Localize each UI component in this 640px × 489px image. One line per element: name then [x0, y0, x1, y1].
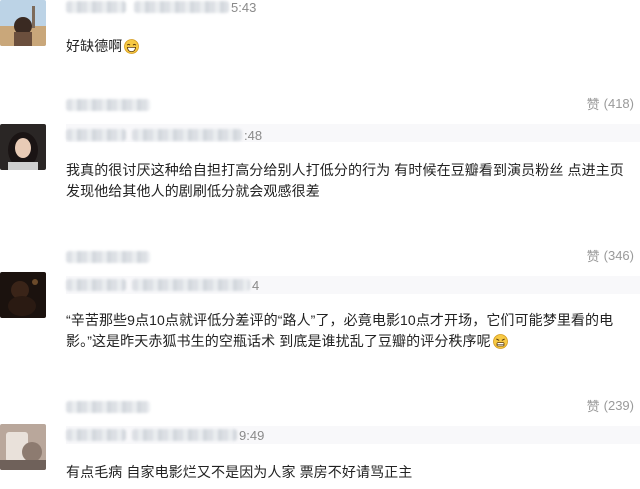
- blurred-source: [66, 99, 150, 111]
- angry-emoji-icon: [492, 334, 508, 349]
- avatar[interactable]: [0, 272, 46, 318]
- blurred-username: [66, 1, 126, 13]
- comment-text: 好缺德啊: [66, 36, 630, 57]
- like-label: 赞: [586, 399, 600, 414]
- comment-footer: 赞 (346): [66, 246, 640, 266]
- like-count: (239): [603, 398, 634, 413]
- like-count: (346): [603, 248, 634, 263]
- blurred-timestamp: [132, 129, 242, 141]
- like-label: 赞: [586, 249, 600, 264]
- comment-footer: 赞 (418): [66, 94, 640, 114]
- comment-text: “辛苦那些9点10点就评低分差评的“路人”了，必竟电影10点才开场，它们可能梦里…: [66, 310, 630, 352]
- timestamp-tail: 9:49: [239, 427, 265, 443]
- blurred-username: [66, 429, 126, 441]
- comment-meta: :48: [66, 127, 263, 143]
- avatar[interactable]: [0, 124, 46, 170]
- like-button[interactable]: 赞 (418): [587, 94, 634, 113]
- comment-text: 有点毛病 自家电影烂又不是因为人家 票房不好请骂正主: [66, 464, 413, 480]
- comment-meta: 4: [66, 277, 260, 293]
- like-count: (418): [603, 96, 634, 111]
- comment-meta: 5:43: [66, 0, 257, 15]
- grin-emoji-icon: [124, 39, 140, 54]
- blurred-username: [66, 279, 126, 291]
- comment-body: 好缺德啊: [66, 38, 123, 54]
- comment-body: “辛苦那些9点10点就评低分差评的“路人”了，必竟电影10点才开场，它们可能梦里…: [66, 312, 614, 349]
- blurred-timestamp: [132, 279, 250, 291]
- like-button[interactable]: 赞 (239): [587, 396, 634, 415]
- like-button[interactable]: 赞 (346): [587, 246, 634, 265]
- blurred-source: [66, 401, 150, 413]
- avatar[interactable]: [0, 424, 46, 470]
- blurred-username: [66, 129, 126, 141]
- blurred-timestamp: [134, 1, 229, 13]
- avatar[interactable]: [0, 0, 46, 46]
- blurred-source: [66, 251, 150, 263]
- timestamp-tail: 5:43: [231, 0, 257, 15]
- comment-footer: 赞 (239): [66, 396, 640, 416]
- comment-text: 我真的很讨厌这种给自担打高分给别人打低分的行为 有时候在豆瓣看到演员粉丝 点进主…: [66, 162, 624, 199]
- comment-meta: 9:49: [66, 427, 265, 443]
- timestamp-tail: 4: [252, 277, 260, 293]
- like-label: 赞: [586, 97, 600, 112]
- blurred-timestamp: [132, 429, 237, 441]
- timestamp-tail: :48: [244, 127, 263, 143]
